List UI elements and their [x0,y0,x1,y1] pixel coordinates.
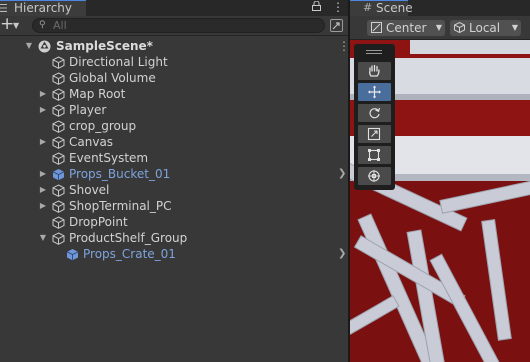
lock-icon[interactable] [312,1,321,11]
item-label: EventSystem [69,151,149,165]
scene-toolbar: Center ▼ Local ▼ [350,16,530,40]
overlay-drag-handle[interactable] [366,50,382,51]
hierarchy-item[interactable]: ▼ ProductShelf_Group [0,230,348,246]
hierarchy-item[interactable]: ▶ Player [0,102,348,118]
foldout-collapsed-icon[interactable]: ▶ [38,166,48,182]
hierarchy-item[interactable]: crop_group [0,118,348,134]
item-label: Map Root [69,87,126,101]
foldout-collapsed-icon[interactable]: ▶ [38,102,48,118]
gameobject-icon [52,152,65,165]
gameobject-icon [52,232,65,245]
hierarchy-item[interactable]: EventSystem [0,150,348,166]
item-label: Directional Light [69,55,168,69]
gameobject-icon [52,216,65,229]
add-dropdown-chevron-icon[interactable]: ▼ [13,21,19,30]
chevron-down-icon: ▼ [511,23,518,32]
search-icon: ⚲ [39,20,46,30]
foldout-collapsed-icon[interactable]: ▶ [38,134,48,150]
scale-icon [367,127,381,141]
transform-icon [368,170,380,182]
gameobject-icon [52,104,65,117]
scale-tool-button[interactable] [358,125,391,143]
hierarchy-tab-label: Hierarchy [14,1,73,15]
scene-grid-icon: # [363,1,373,14]
hierarchy-search-input[interactable] [53,19,313,32]
scene-tab-label: Scene [376,1,413,15]
gameobject-icon [52,88,65,101]
gameobject-icon [52,136,65,149]
foldout-collapsed-icon[interactable]: ▶ [38,198,48,214]
rotate-tool-button[interactable] [358,104,391,122]
gameobject-icon [52,184,65,197]
item-label: Props_Crate_01 [83,247,176,261]
prefab-icon [66,249,79,261]
hierarchy-item[interactable]: DropPoint [0,214,348,230]
hierarchy-item[interactable]: ▶ Map Root [0,86,348,102]
hierarchy-item[interactable]: ▶ Shovel [0,182,348,198]
hierarchy-item[interactable]: ▶ ShopTerminal_PC [0,198,348,214]
pivot-rotation-dropdown[interactable]: Local ▼ [450,20,521,36]
hierarchy-item[interactable]: ▶ Canvas [0,134,348,150]
foldout-expanded-icon[interactable]: ▼ [24,38,34,54]
hand-tool-button[interactable] [358,62,391,80]
hierarchy-search: ⚲ [32,18,325,33]
hand-icon [369,64,380,77]
overlay-drag-handle-line [366,53,382,54]
item-label: crop_group [69,119,137,133]
rect-tool-button[interactable] [358,146,391,164]
gameobject-icon [52,200,65,213]
move-icon [368,85,381,99]
open-prefab-chevron-icon[interactable]: ❯ [338,166,346,182]
gameobject-icon [52,56,65,69]
search-options-icon[interactable] [330,19,343,32]
item-label: ShopTerminal_PC [69,199,172,213]
pivot-rotation-label: Local [469,21,501,35]
pivot-mode-label: Center [386,21,427,35]
scene-tab-bar: # Scene [350,0,530,16]
unity-scene-icon [38,40,51,53]
item-label: Canvas [69,135,114,149]
rotate-icon [369,107,381,119]
foldout-collapsed-icon[interactable]: ▶ [38,182,48,198]
scene-menu-icon[interactable]: ⋮ [338,38,348,54]
foldout-expanded-icon[interactable]: ▼ [38,230,48,246]
item-label: Shovel [69,183,110,197]
item-label: DropPoint [69,215,128,229]
hierarchy-panel: ☰ Hierarchy ⋮ + ▼ ⚲ ▼ [0,0,348,362]
gameobject-icon [52,72,65,85]
hierarchy-item[interactable]: ▶ Props_Bucket_01 ❯ [0,166,348,182]
hierarchy-tab-bar: ☰ Hierarchy ⋮ [0,0,348,16]
foldout-collapsed-icon[interactable]: ▶ [38,86,48,102]
item-label: Player [69,103,107,117]
hierarchy-item[interactable]: Props_Crate_01 ❯ [0,246,348,262]
item-label: ProductShelf_Group [69,231,188,245]
scene-panel: # Scene Center ▼ Local ▼ [350,0,530,362]
open-prefab-chevron-icon[interactable]: ❯ [338,246,346,262]
pivot-mode-dropdown[interactable]: Center ▼ [367,20,445,36]
transform-tool-button[interactable] [358,167,391,185]
gameobject-icon [52,120,65,133]
hierarchy-toolbar: + ▼ ⚲ [0,14,348,36]
local-rotation-icon [454,22,465,33]
scene-row[interactable]: ▼ SampleScene* ⋮ [0,38,348,54]
transform-tools-overlay [354,44,395,190]
item-label: Global Volume [69,71,156,85]
pivot-center-icon [371,22,382,33]
hierarchy-item[interactable]: Directional Light [0,54,348,70]
scene-name: SampleScene* [56,39,153,53]
prefab-icon [52,169,65,181]
scene-tab[interactable]: # Scene [350,0,413,16]
hierarchy-menu-icon[interactable]: ⋮ [332,0,344,14]
hierarchy-item[interactable]: Global Volume [0,70,348,86]
move-tool-button[interactable] [358,83,391,101]
item-label: Props_Bucket_01 [69,167,171,181]
rect-transform-icon [368,149,380,161]
chevron-down-icon: ▼ [435,23,442,32]
